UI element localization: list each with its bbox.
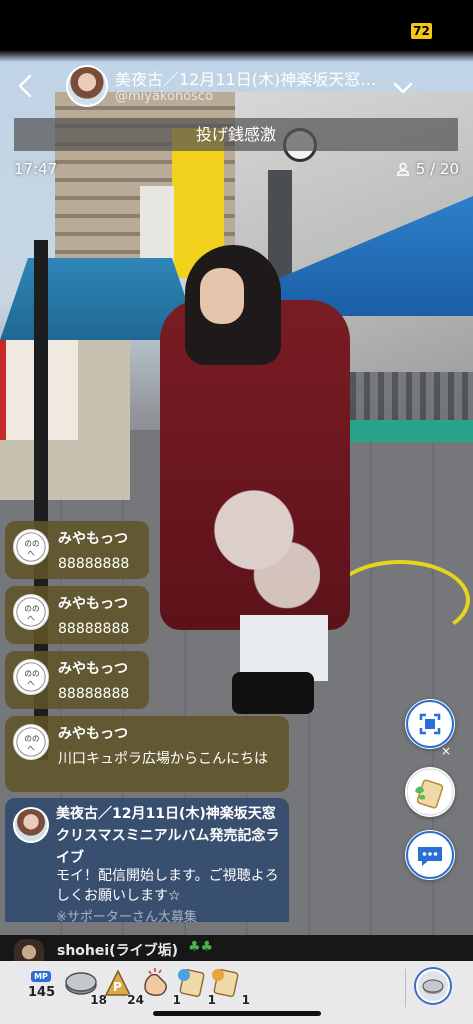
comment-text: 88888888 (58, 621, 130, 637)
svg-text:の: の (32, 539, 40, 548)
comment-text: 88888888 (58, 686, 130, 702)
host-message-overflow: ※サポーターさん大募集 (56, 910, 197, 922)
svg-text:の: の (24, 669, 32, 678)
stream-title[interactable]: 美夜古／12月11日(木)神楽坂天窓… (115, 66, 390, 90)
streamer-avatar[interactable] (66, 65, 108, 107)
badge-item[interactable]: 1 (206, 965, 250, 1007)
svg-text:へ: へ (27, 744, 35, 753)
viewer-count-text: 5 / 20 (415, 160, 459, 178)
latest-comment-bar[interactable]: shohei(ライブ垢) ♣♣ (0, 935, 473, 961)
yellow-cable (330, 560, 470, 640)
chat-message[interactable]: の の へ みやもっつ 川口キュポラ広場からこんにちは (5, 716, 289, 792)
sticker-button[interactable] (405, 767, 455, 817)
sticker-icon (406, 768, 454, 816)
comment-icon (406, 831, 454, 879)
comment-button[interactable] (405, 830, 455, 880)
chat-message[interactable]: の の へ みやもっつ 88888888 (5, 586, 149, 644)
latest-commenter-name: shohei(ライブ垢) (57, 943, 178, 959)
svg-text:へ: へ (27, 679, 35, 688)
chat-message[interactable]: の の へ みやもっつ 88888888 (5, 521, 149, 579)
host-stream-title: 美夜古／12月11日(木)神楽坂天窓クリスマスミニアルバム発売記念ライブ (56, 806, 280, 866)
back-button[interactable] (10, 70, 42, 102)
badge-count: 1 (241, 993, 250, 1007)
mp-value: 145 (28, 985, 56, 1000)
commenter-avatar[interactable]: の の へ (13, 659, 49, 695)
svg-text:へ: へ (27, 614, 35, 623)
battery-indicator: 72 (411, 23, 432, 39)
svg-text:の: の (32, 734, 40, 743)
gift-button[interactable] (414, 967, 452, 1005)
face-sketch-icon: の の へ (16, 727, 46, 757)
svg-text:の: の (24, 604, 32, 613)
svg-text:の: の (32, 604, 40, 613)
commenter-name: みやもっつ (58, 726, 128, 742)
comment-text: 88888888 (58, 556, 130, 572)
chat-message[interactable]: の の へ みやもっつ 88888888 (5, 651, 149, 709)
singer-boots (232, 672, 314, 714)
commenter-name: みやもっつ (58, 531, 128, 547)
host-message: モイ！配信開始します。ご視聴よろしくお願いします☆ (56, 868, 279, 904)
capture-button[interactable] (405, 699, 455, 749)
svg-text:の: の (24, 539, 32, 548)
commenter-avatar[interactable]: の の へ (13, 529, 49, 565)
green-bench (345, 420, 473, 442)
person-icon (396, 162, 410, 176)
kimono-pattern (210, 470, 320, 620)
svg-text:P: P (113, 980, 122, 994)
host-announcement-card[interactable]: 美夜古／12月11日(木)神楽坂天窓クリスマスミニアルバム発売記念ライブ モイ！… (5, 798, 289, 922)
tray-divider (405, 969, 406, 1007)
streamer-handle: @miyakonosco (115, 89, 214, 104)
clover-badge-icon: ♣♣ (188, 939, 214, 955)
mp-label: MP (31, 971, 51, 982)
commenter-avatar[interactable]: の の へ (13, 724, 49, 760)
svg-text:の: の (32, 669, 40, 678)
commenter-name: みやもっつ (58, 661, 128, 677)
commenter-name: みやもっつ (58, 596, 128, 612)
face-sketch-icon: の の へ (16, 597, 46, 627)
host-avatar[interactable] (13, 807, 49, 843)
viewer-count: 5 / 20 (396, 160, 459, 178)
singer-face (200, 268, 244, 324)
gift-coin-icon (416, 969, 450, 1003)
status-bar: 72 (0, 0, 473, 62)
gift-thanks-banner: 投げ銭感激 (14, 118, 458, 151)
face-sketch-icon: の の へ (16, 532, 46, 562)
capture-icon (406, 700, 454, 748)
svg-text:の: の (24, 734, 32, 743)
expand-info-button[interactable] (389, 74, 417, 102)
chevron-down-icon (393, 82, 413, 94)
close-icon[interactable]: × (439, 744, 453, 758)
comment-text: 川口キュポラ広場からこんにちは (58, 751, 268, 767)
commenter-avatar[interactable]: の の へ (13, 594, 49, 630)
svg-text:へ: へ (27, 549, 35, 558)
chevron-left-icon (18, 74, 32, 98)
home-indicator[interactable] (153, 1011, 321, 1016)
stream-header: 美夜古／12月11日(木)神楽坂天窓… @miyakonosco (0, 62, 473, 110)
elapsed-time: 17:47 (14, 160, 58, 178)
face-sketch-icon: の の へ (16, 662, 46, 692)
latest-commenter-avatar (14, 939, 44, 961)
